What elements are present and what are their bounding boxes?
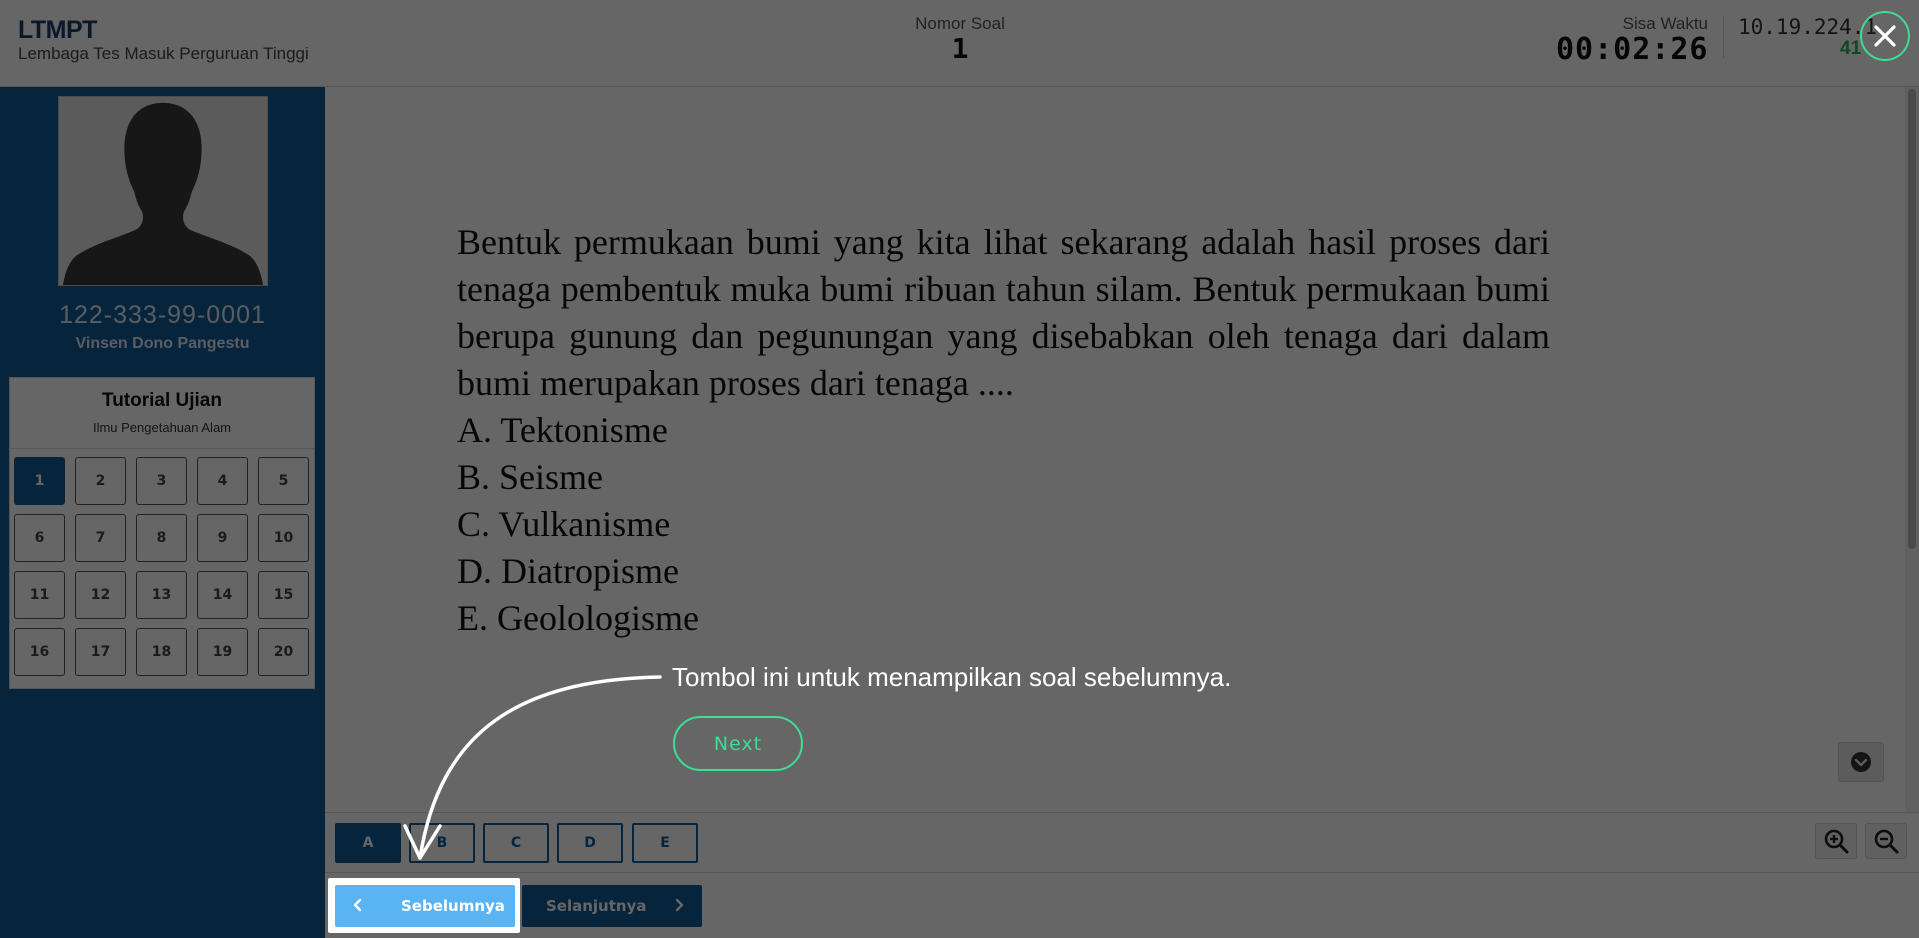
timer-value: 00:02:26	[1556, 32, 1709, 67]
next-question-button[interactable]: Selanjutnya	[522, 885, 702, 927]
option-c-text: C. Vulkanisme	[457, 504, 671, 544]
question-text: Bentuk permukaan bumi yang kita lihat se…	[457, 222, 1550, 403]
question-nav-button-3[interactable]: 3	[136, 457, 187, 505]
zoom-in-icon	[1824, 829, 1849, 854]
question-nav-button-2[interactable]: 2	[75, 457, 126, 505]
question-nav-button-6[interactable]: 6	[14, 514, 65, 562]
ip-address: 10.19.224.1	[1738, 15, 1878, 39]
question-nav-button-15[interactable]: 15	[258, 571, 309, 619]
question-nav-button-13[interactable]: 13	[136, 571, 187, 619]
brand-title: LTMPT	[18, 16, 97, 44]
question-number-label: Nomor Soal	[915, 14, 1005, 33]
panel-title: Tutorial Ujian	[102, 390, 222, 411]
participant-name: Vinsen Dono Pangestu	[75, 335, 250, 352]
chevron-left-icon	[353, 898, 362, 912]
top-header: LTMPT Lembaga Tes Masuk Perguruan Tinggi…	[0, 0, 1919, 87]
scrollbar-thumb[interactable]	[1908, 89, 1916, 549]
ping-value: 41	[1840, 38, 1862, 59]
question-nav-button-18[interactable]: 18	[136, 628, 187, 676]
content-scrollbar[interactable]	[1905, 87, 1919, 812]
scroll-down-button[interactable]	[1838, 742, 1884, 782]
panel-divider	[10, 448, 314, 449]
zoom-in-button[interactable]	[1815, 823, 1857, 859]
chevron-circle-down-icon	[1851, 752, 1871, 772]
answer-button-d[interactable]: D	[557, 823, 623, 863]
previous-button-label: Sebelumnya	[401, 897, 505, 915]
brand-subtitle: Lembaga Tes Masuk Perguruan Tinggi	[18, 44, 309, 63]
question-nav-button-17[interactable]: 17	[75, 628, 126, 676]
question-number-value: 1	[951, 32, 969, 65]
question-nav-button-16[interactable]: 16	[14, 628, 65, 676]
option-d-text: D. Diatropisme	[457, 551, 679, 591]
sidebar: 122-333-99-0001 Vinsen Dono Pangestu Tut…	[0, 87, 325, 938]
question-nav-button-20[interactable]: 20	[258, 628, 309, 676]
participant-id: 122-333-99-0001	[59, 301, 266, 329]
question-nav-button-8[interactable]: 8	[136, 514, 187, 562]
panel-subtitle: Ilmu Pengetahuan Alam	[92, 420, 232, 435]
zoom-out-icon	[1874, 829, 1899, 854]
question-area: Bentuk permukaan bumi yang kita lihat se…	[325, 87, 1919, 812]
navigation-bar: Sebelumnya Selanjutnya	[325, 872, 1919, 938]
answer-button-b[interactable]: B	[409, 823, 475, 863]
answer-button-a[interactable]: A	[335, 823, 401, 863]
zoom-out-button[interactable]	[1865, 823, 1907, 859]
question-nav-button-10[interactable]: 10	[258, 514, 309, 562]
question-body: Bentuk permukaan bumi yang kita lihat se…	[457, 219, 1550, 642]
header-divider	[1723, 16, 1724, 58]
previous-button[interactable]: Sebelumnya	[335, 885, 515, 927]
question-nav-button-12[interactable]: 12	[75, 571, 126, 619]
timer-label: Sisa Waktu	[1622, 14, 1708, 33]
question-nav-button-11[interactable]: 11	[14, 571, 65, 619]
user-silhouette-icon	[58, 96, 268, 286]
question-panel: Tutorial Ujian Ilmu Pengetahuan Alam 123…	[9, 377, 315, 689]
option-e-text: E. Geolologisme	[457, 598, 699, 638]
option-b-text: B. Seisme	[457, 457, 604, 497]
tutorial-next-button[interactable]: Next	[673, 716, 803, 771]
question-nav-button-19[interactable]: 19	[197, 628, 248, 676]
question-nav-button-14[interactable]: 14	[197, 571, 248, 619]
question-number-display: Nomor Soal 1	[900, 14, 1020, 64]
close-icon	[1874, 25, 1896, 47]
timer-display: Sisa Waktu 00:02:26	[1556, 14, 1708, 66]
chevron-right-icon	[675, 898, 684, 912]
question-nav-button-7[interactable]: 7	[75, 514, 126, 562]
question-nav-button-1[interactable]: 1	[14, 457, 65, 505]
next-question-button-label: Selanjutnya	[546, 897, 647, 915]
question-nav-button-9[interactable]: 9	[197, 514, 248, 562]
answer-button-e[interactable]: E	[632, 823, 698, 863]
brand: LTMPT Lembaga Tes Masuk Perguruan Tinggi	[18, 16, 309, 64]
question-nav-button-4[interactable]: 4	[197, 457, 248, 505]
answer-bar: A B C D E	[325, 812, 1919, 872]
option-a-text: A. Tektonisme	[457, 410, 668, 450]
answer-button-c[interactable]: C	[483, 823, 549, 863]
tutorial-close-button[interactable]	[1860, 11, 1910, 61]
question-nav-button-5[interactable]: 5	[258, 457, 309, 505]
